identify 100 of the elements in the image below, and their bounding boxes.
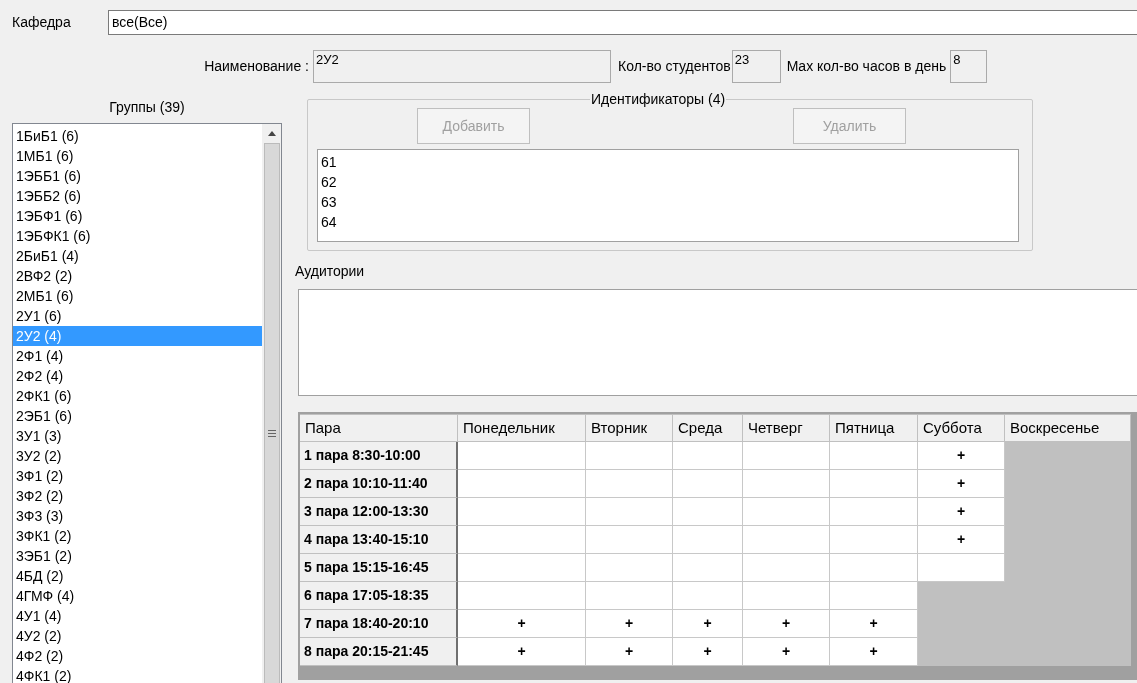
table-cell[interactable] [743,442,830,470]
table-cell[interactable] [743,526,830,554]
rooms-list[interactable] [298,289,1137,396]
table-cell[interactable] [830,526,918,554]
table-cell[interactable]: + [781,641,791,662]
table-cell[interactable]: + [703,613,712,634]
list-item[interactable]: 2МБ1 (6) [13,286,262,306]
list-item[interactable]: 64 [321,212,337,232]
table-cell[interactable] [830,498,918,526]
list-item[interactable]: 1МБ1 (6) [13,146,262,166]
table-cell[interactable] [458,582,586,610]
column-header: Понедельник [458,414,586,442]
table-cell[interactable] [743,470,830,498]
table-cell[interactable] [918,554,1005,582]
scroll-up-icon[interactable] [267,131,276,137]
table-cell[interactable] [458,498,586,526]
column-header: Среда [673,414,743,442]
grip-icon [267,429,276,437]
table-cell[interactable]: + [624,641,634,662]
table-cell[interactable] [673,526,743,554]
list-item[interactable]: 4БД (2) [13,566,262,586]
list-item[interactable]: 4Ф2 (2) [13,646,262,666]
list-item[interactable]: 62 [321,172,337,192]
list-item[interactable]: 1ЭБФ1 (6) [13,206,262,226]
table-cell[interactable] [458,470,586,498]
list-item[interactable]: 3Ф2 (2) [13,486,262,506]
table-cell[interactable]: + [869,613,878,634]
table-cell[interactable] [586,498,673,526]
row-header: 4 пара 13:40-15:10 [300,526,458,554]
list-item[interactable]: 4У1 (4) [13,606,262,626]
list-item[interactable]: 4У2 (2) [13,626,262,646]
table-cell[interactable] [830,554,918,582]
row-header: 3 пара 12:00-13:30 [300,498,458,526]
list-item[interactable]: 3ЭБ1 (2) [13,546,262,566]
field-label: Кафедра [11,12,72,32]
table-cell[interactable]: + [956,529,966,550]
hours-field[interactable]: 8 [950,50,988,83]
table-cell[interactable]: + [956,473,966,494]
list-item[interactable]: 2ЭБ1 (6) [13,406,262,426]
table-cell[interactable]: + [517,613,526,634]
students-field[interactable]: 23 [731,50,781,83]
table-cell[interactable] [586,470,673,498]
table-cell[interactable]: + [956,445,966,466]
table-cell[interactable]: + [956,501,966,522]
table-cell[interactable]: + [517,641,526,662]
table-cell[interactable] [458,526,586,554]
table-cell[interactable] [743,582,830,610]
table-cell[interactable] [830,582,918,610]
field-label: Max кол-во часов в день [786,57,947,76]
table-cell[interactable] [458,554,586,582]
list-item[interactable]: 2БиБ1 (4) [13,246,262,266]
list-title: Группы (39) [109,98,185,117]
list-item[interactable]: 61 [321,152,337,172]
table-cell[interactable] [673,498,743,526]
table-cell[interactable] [586,442,673,470]
table-cell[interactable]: + [624,613,634,634]
table-cell[interactable]: + [869,641,878,662]
row-header: 7 пара 18:40-20:10 [300,610,458,638]
list-item[interactable]: 1БиБ1 (6) [13,126,262,146]
group-title: Идентификаторы (4) [590,90,727,108]
list-item[interactable]: 3ФК1 (2) [13,526,262,546]
table-cell[interactable] [830,470,918,498]
table-cell[interactable] [673,554,743,582]
name-field[interactable]: 2У2 [313,50,611,83]
table-cell[interactable] [830,442,918,470]
column-header: Воскресенье [1005,414,1131,442]
row-header: 8 пара 20:15-21:45 [300,638,458,666]
row-header: 2 пара 10:10-11:40 [300,470,458,498]
column-header: Четверг [743,414,830,442]
column-header: Пятница [830,414,918,442]
list-item[interactable]: 2Ф1 (4) [13,346,262,366]
list-item[interactable]: 3У1 (3) [13,426,262,446]
table-cell[interactable] [586,526,673,554]
table-cell[interactable] [586,554,673,582]
field-label: Наименование : [203,57,310,76]
list-item[interactable]: 2У1 (6) [13,306,262,326]
table-cell[interactable] [673,470,743,498]
list-item[interactable]: 2Ф2 (4) [13,366,262,386]
list-item[interactable]: 3Ф3 (3) [13,506,262,526]
list-item[interactable]: 3Ф1 (2) [13,466,262,486]
list-item[interactable]: 1ЭББ1 (6) [13,166,262,186]
department-field[interactable]: все(Все) [108,9,1137,35]
row-header: 5 пара 15:15-16:45 [300,554,458,582]
list-item[interactable]: 2ФК1 (6) [13,386,262,406]
list-item[interactable]: 1ЭББ2 (6) [13,186,262,206]
list-item[interactable]: 4ФК1 (2) [13,666,262,683]
table-cell[interactable] [743,498,830,526]
list-item[interactable]: 4ГМФ (4) [13,586,262,606]
table-cell[interactable] [673,582,743,610]
field-label: Кол-во студентов [618,57,731,76]
list-item[interactable]: 63 [321,192,337,212]
table-cell[interactable]: + [703,641,712,662]
list-item[interactable]: 2ВФ2 (2) [13,266,262,286]
table-cell[interactable] [458,442,586,470]
list-item[interactable]: 1ЭБФК1 (6) [13,226,262,246]
list-item[interactable]: 3У2 (2) [13,446,262,466]
table-cell[interactable] [743,554,830,582]
table-cell[interactable] [586,582,673,610]
table-cell[interactable] [673,442,743,470]
table-cell[interactable]: + [781,613,791,634]
